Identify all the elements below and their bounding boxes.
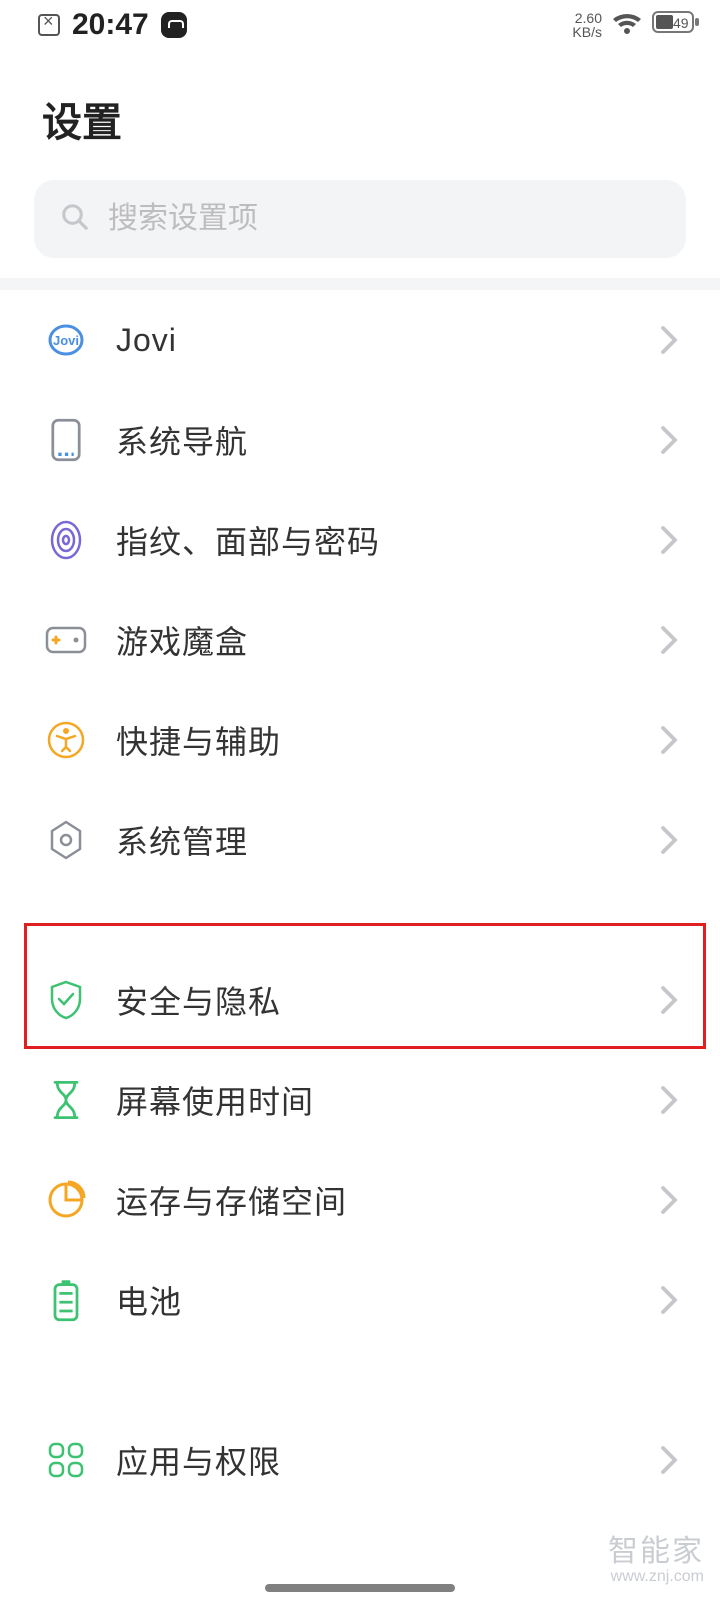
chevron-right-icon bbox=[660, 625, 678, 655]
bag-icon bbox=[161, 12, 187, 38]
chevron-right-icon bbox=[660, 425, 678, 455]
fingerprint-icon bbox=[44, 518, 88, 562]
row-label: 电池 bbox=[116, 1277, 660, 1323]
chevron-right-icon bbox=[660, 525, 678, 555]
row-biometrics-password[interactable]: 指纹、面部与密码 bbox=[0, 490, 720, 590]
chevron-right-icon bbox=[660, 1185, 678, 1215]
row-system-navigation[interactable]: 系统导航 bbox=[0, 390, 720, 490]
row-label: 游戏魔盒 bbox=[116, 617, 660, 663]
apps-grid-icon bbox=[44, 1438, 88, 1482]
chevron-right-icon bbox=[660, 725, 678, 755]
battery-icon: 49 bbox=[652, 10, 700, 41]
chevron-right-icon bbox=[660, 1445, 678, 1475]
chevron-right-icon bbox=[660, 985, 678, 1015]
netspeed-value: 2.60 bbox=[572, 11, 602, 25]
row-battery[interactable]: 电池 bbox=[0, 1250, 720, 1350]
row-apps-permissions[interactable]: 应用与权限 bbox=[0, 1410, 720, 1510]
battery-icon bbox=[44, 1278, 88, 1322]
home-indicator[interactable] bbox=[265, 1584, 455, 1592]
pie-chart-icon bbox=[44, 1178, 88, 1222]
hex-gear-icon bbox=[44, 818, 88, 862]
network-speed: 2.60 KB/s bbox=[572, 11, 602, 39]
wifi-icon bbox=[612, 13, 642, 37]
sim-off-icon bbox=[38, 14, 60, 36]
settings-list: Jovi Jovi 系统导航 指纹、面部与密码 游戏魔盒 快捷与辅助 bbox=[0, 290, 720, 1510]
search-input[interactable] bbox=[108, 202, 660, 236]
chevron-right-icon bbox=[660, 825, 678, 855]
row-storage[interactable]: 运存与存储空间 bbox=[0, 1150, 720, 1250]
row-label: 系统管理 bbox=[116, 817, 660, 863]
watermark-en: www.znj.com bbox=[608, 1568, 704, 1586]
accessibility-icon bbox=[44, 718, 88, 762]
chevron-right-icon bbox=[660, 1285, 678, 1315]
row-game-box[interactable]: 游戏魔盒 bbox=[0, 590, 720, 690]
chevron-right-icon bbox=[660, 325, 678, 355]
row-system-management[interactable]: 系统管理 bbox=[0, 790, 720, 890]
chevron-right-icon bbox=[660, 1085, 678, 1115]
hourglass-icon bbox=[44, 1078, 88, 1122]
row-accessibility[interactable]: 快捷与辅助 bbox=[0, 690, 720, 790]
status-left: 20:47 bbox=[38, 8, 187, 42]
page-title: 设置 bbox=[0, 50, 720, 180]
status-right: 2.60 KB/s 49 bbox=[572, 10, 700, 41]
row-jovi[interactable]: Jovi Jovi bbox=[0, 290, 720, 390]
phone-nav-icon bbox=[44, 418, 88, 462]
row-label: 应用与权限 bbox=[116, 1437, 660, 1483]
row-label: 屏幕使用时间 bbox=[116, 1077, 660, 1123]
shield-check-icon bbox=[44, 978, 88, 1022]
svg-text:49: 49 bbox=[673, 15, 689, 31]
row-security-privacy[interactable]: 安全与隐私 bbox=[0, 950, 720, 1050]
row-screen-time[interactable]: 屏幕使用时间 bbox=[0, 1050, 720, 1150]
jovi-icon: Jovi bbox=[44, 318, 88, 362]
status-time: 20:47 bbox=[72, 8, 149, 42]
status-bar: 20:47 2.60 KB/s 49 bbox=[0, 0, 720, 50]
section-divider bbox=[0, 278, 720, 290]
netspeed-unit: KB/s bbox=[572, 25, 602, 39]
search-icon bbox=[60, 202, 90, 237]
row-label: 系统导航 bbox=[116, 417, 660, 463]
row-label: 指纹、面部与密码 bbox=[116, 517, 660, 563]
row-label: Jovi bbox=[116, 322, 660, 359]
svg-text:Jovi: Jovi bbox=[53, 333, 79, 348]
row-label: 安全与隐私 bbox=[116, 977, 660, 1023]
group-spacer bbox=[0, 890, 720, 950]
search-bar[interactable] bbox=[34, 180, 686, 258]
row-label: 运存与存储空间 bbox=[116, 1177, 660, 1223]
gamepad-icon bbox=[44, 618, 88, 662]
watermark-cn: 智能家 bbox=[608, 1535, 704, 1568]
watermark: 智能家 www.znj.com bbox=[608, 1535, 704, 1586]
row-label: 快捷与辅助 bbox=[116, 717, 660, 763]
group-spacer bbox=[0, 1350, 720, 1410]
